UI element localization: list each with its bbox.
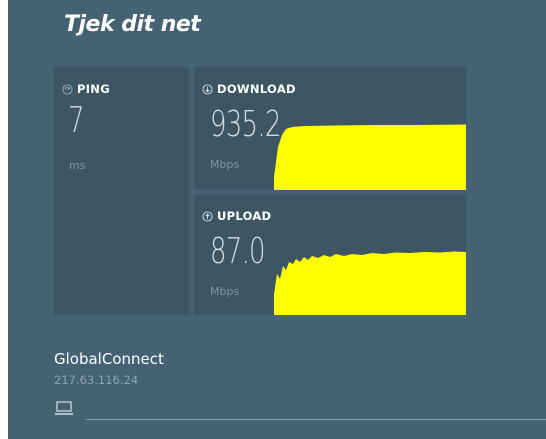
- upload-unit: Mbps: [210, 285, 240, 298]
- download-arrow-icon: [202, 83, 213, 95]
- laptop-icon[interactable]: [54, 400, 74, 416]
- download-label: DOWNLOAD: [217, 82, 296, 96]
- ping-panel: PING 7 ms: [54, 67, 189, 315]
- download-unit: Mbps: [210, 158, 240, 171]
- brand-title: Tjek dit net: [64, 12, 201, 37]
- upload-graph-fill: [274, 251, 466, 315]
- ip-address: 217.63.116.24: [54, 373, 139, 387]
- divider: [86, 419, 546, 420]
- download-header: DOWNLOAD: [202, 82, 296, 96]
- download-graph-fill: [274, 124, 466, 190]
- download-panel: DOWNLOAD 935.2 Mbps: [194, 67, 466, 190]
- upload-value: 87.0: [210, 231, 266, 272]
- ping-icon: [62, 83, 73, 95]
- upload-speed-graph: [274, 251, 466, 315]
- download-value: 935.2: [210, 104, 281, 145]
- upload-arrow-icon: [202, 210, 213, 222]
- ping-label: PING: [77, 82, 110, 96]
- upload-label: UPLOAD: [217, 209, 272, 223]
- speedtest-screen: Tjek dit net PING 7 ms DOWNLOAD 935.2 Mb…: [8, 0, 546, 439]
- upload-panel: UPLOAD 87.0 Mbps: [194, 194, 466, 315]
- isp-name: GlobalConnect: [54, 350, 164, 368]
- ping-header: PING: [62, 82, 110, 96]
- download-speed-graph: [274, 124, 466, 190]
- upload-header: UPLOAD: [202, 209, 271, 223]
- ping-value: 7: [68, 100, 84, 141]
- ping-unit: ms: [69, 159, 86, 172]
